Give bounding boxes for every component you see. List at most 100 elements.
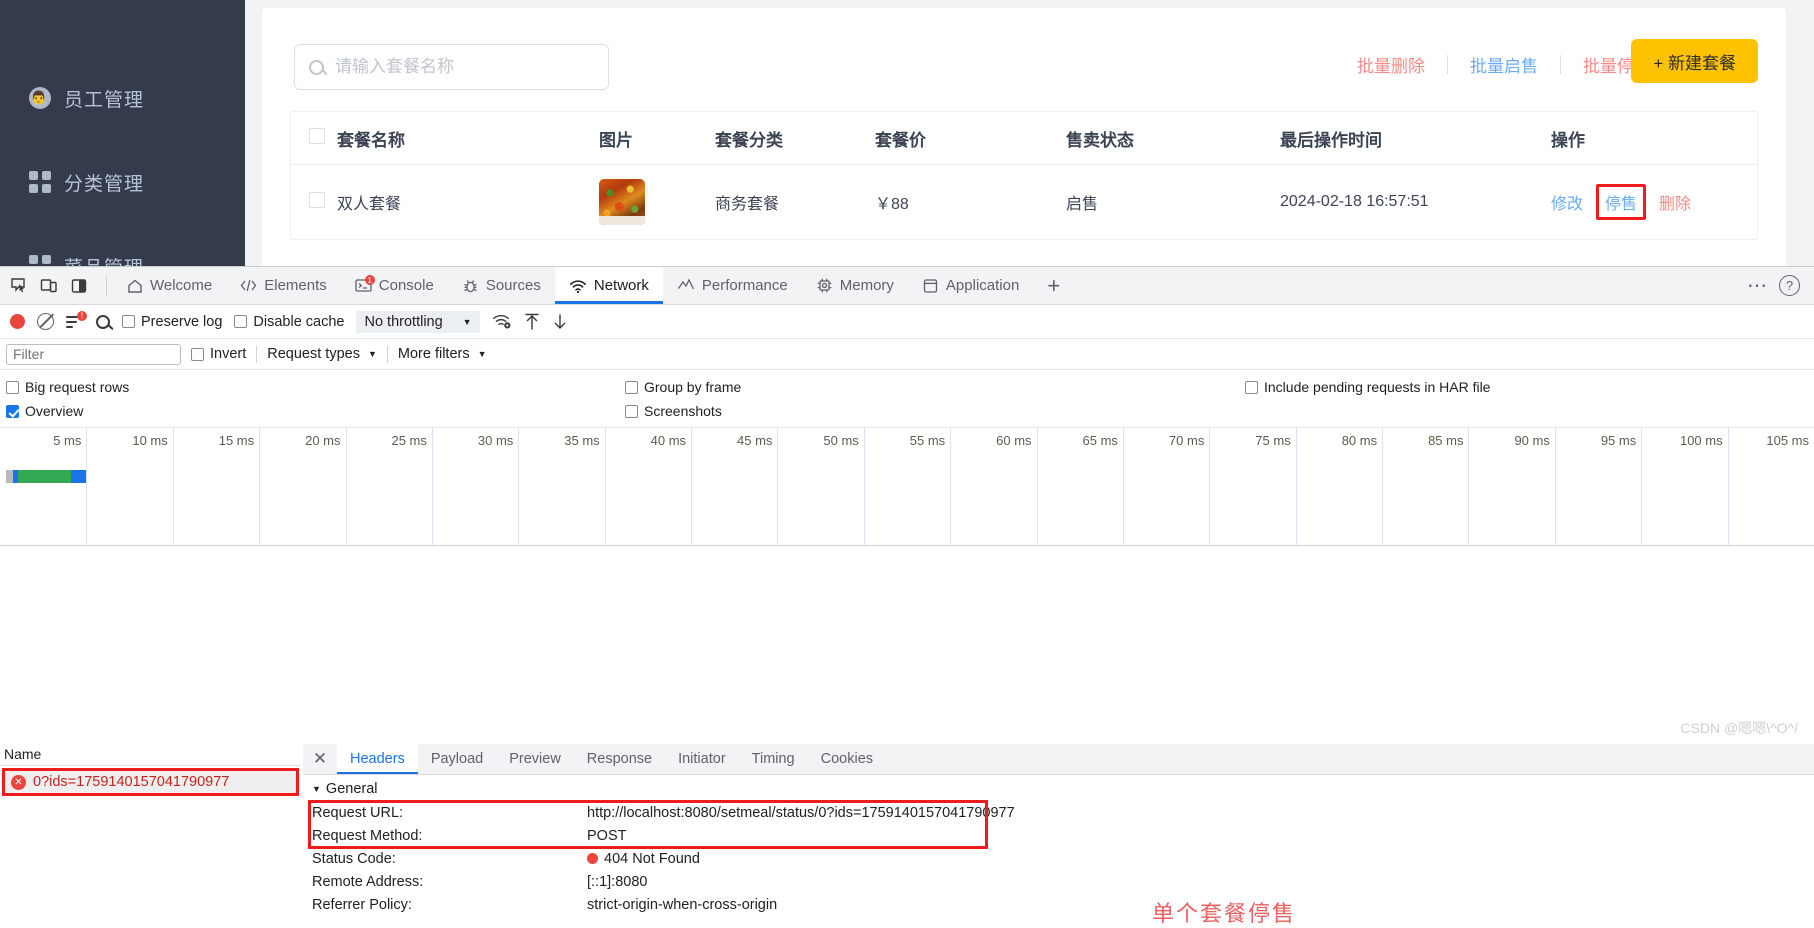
request-row[interactable]: ✕ 0?ids=1759140157041790977: [2, 768, 299, 796]
search-input[interactable]: [333, 56, 594, 78]
more-filters-dropdown[interactable]: More filters ▼: [398, 346, 487, 362]
timeline-gridline: [1382, 428, 1384, 545]
close-icon[interactable]: ✕: [303, 744, 337, 774]
big-request-rows-label: Big request rows: [25, 379, 130, 395]
search-field-wrapper[interactable]: [294, 44, 609, 90]
general-value: POST: [587, 827, 627, 844]
tab-label: Application: [945, 277, 1020, 294]
sidebar-item-label: 菜品管理: [64, 253, 144, 267]
tab-response[interactable]: Response: [574, 744, 665, 774]
add-panel-tab-button[interactable]: +: [1033, 267, 1074, 304]
include-pending-har-checkbox[interactable]: Include pending requests in HAR file: [1245, 379, 1490, 395]
tab-elements[interactable]: Elements: [226, 267, 341, 304]
timeline-gridline: [172, 428, 174, 545]
sidebar-item-category[interactable]: 分类管理: [0, 154, 245, 210]
timeline-tick-label: 40 ms: [650, 433, 687, 448]
tab-network[interactable]: Network: [554, 267, 663, 304]
row-edit-link[interactable]: 修改: [1551, 190, 1583, 214]
row-checkbox[interactable]: [309, 191, 325, 208]
tab-welcome[interactable]: Welcome: [113, 267, 226, 304]
cell-image: [599, 179, 715, 225]
inspect-element-icon[interactable]: [6, 273, 32, 299]
tab-console[interactable]: 1 Console: [341, 267, 448, 304]
timeline-gridline: [950, 428, 952, 545]
general-row-request-url: Request URL: http://localhost:8080/setme…: [312, 801, 1814, 824]
network-filterbar: Invert Request types ▼ More filters ▼: [0, 339, 1814, 370]
screenshots-label: Screenshots: [644, 403, 722, 419]
record-icon[interactable]: [10, 314, 25, 329]
network-conditions-icon[interactable]: [492, 313, 512, 330]
row-checkbox-cell[interactable]: [291, 191, 337, 213]
setmeal-table: 套餐名称 图片 套餐分类 套餐价 售卖状态 最后操作时间 操作 双人套餐 商务套…: [290, 111, 1758, 240]
timeline-tick-label: 35 ms: [564, 433, 600, 448]
general-row-referrer-policy: Referrer Policy: strict-origin-when-cros…: [312, 893, 1814, 916]
big-request-rows-checkbox[interactable]: Big request rows: [6, 379, 129, 395]
timeline-tick-label: 60 ms: [996, 433, 1032, 448]
cell-category: 商务套餐: [715, 196, 780, 213]
tab-memory[interactable]: Memory: [802, 267, 908, 304]
general-key: Request URL:: [312, 804, 404, 821]
search-icon[interactable]: [96, 314, 110, 329]
preserve-log-checkbox[interactable]: Preserve log: [122, 314, 222, 330]
batch-actions-group: 批量删除 批量启售 批量停售: [1335, 52, 1673, 77]
chevron-down-icon: ▼: [367, 349, 377, 359]
employee-icon: 👨: [28, 87, 51, 110]
divider: [106, 275, 107, 296]
group-by-frame-checkbox[interactable]: Group by frame: [625, 379, 741, 395]
help-icon[interactable]: ?: [1779, 275, 1800, 296]
select-all-checkbox[interactable]: [309, 127, 325, 144]
tab-initiator[interactable]: Initiator: [665, 744, 739, 774]
more-options-icon[interactable]: ⋯: [1747, 276, 1769, 296]
request-types-dropdown[interactable]: Request types ▼: [267, 346, 377, 362]
tab-label: Network: [593, 277, 649, 294]
timeline-tick-label: 45 ms: [737, 433, 773, 448]
table-row: 双人套餐 商务套餐 ￥88 启售 2024-02-18 16:57:51 修改 …: [291, 165, 1757, 239]
timeline-gridline: [604, 428, 606, 545]
tab-application[interactable]: Application: [908, 267, 1033, 304]
filter-input[interactable]: [6, 343, 181, 365]
clear-icon[interactable]: [37, 313, 54, 330]
import-har-icon[interactable]: [524, 313, 540, 331]
plus-icon: +: [1047, 272, 1061, 298]
general-section: Request URL: http://localhost:8080/setme…: [303, 800, 1814, 916]
checkbox-box: [625, 380, 638, 394]
general-section-toggle[interactable]: ▼ General: [303, 775, 1814, 801]
row-stop-sale-link[interactable]: 停售: [1605, 190, 1637, 214]
cell-name: 双人套餐: [337, 196, 402, 213]
overview-checkbox[interactable]: Overview: [6, 403, 83, 419]
network-toolbar: ! Preserve log Disable cache No throttli…: [0, 305, 1814, 339]
tab-timing[interactable]: Timing: [739, 744, 808, 774]
screenshots-checkbox[interactable]: Screenshots: [625, 403, 722, 419]
new-setmeal-button[interactable]: + 新建套餐: [1631, 39, 1758, 83]
tab-sources[interactable]: Sources: [448, 267, 555, 304]
tab-cookies[interactable]: Cookies: [808, 744, 886, 774]
tab-preview[interactable]: Preview: [496, 744, 574, 774]
export-har-icon[interactable]: [552, 313, 568, 331]
timeline-tick-label: 70 ms: [1168, 433, 1205, 448]
sidebar-item-employee[interactable]: 👨 员工管理: [0, 70, 245, 126]
console-error-badge: 1: [364, 275, 375, 285]
throttling-select[interactable]: No throttling ▼: [356, 310, 480, 333]
sidebar-item-dish[interactable]: 菜品管理: [0, 238, 245, 266]
row-delete-link[interactable]: 删除: [1659, 190, 1691, 214]
batch-enable-link[interactable]: 批量启售: [1448, 52, 1560, 77]
network-overview-timeline[interactable]: 5 ms 10 ms 15 ms 20 ms 25 ms 30 ms 35 ms 40 ms 4…: [0, 428, 1814, 546]
disable-cache-checkbox[interactable]: Disable cache: [234, 314, 344, 330]
panel-sidebar-icon[interactable]: [66, 273, 92, 299]
invert-checkbox[interactable]: Invert: [191, 346, 246, 362]
filter-icon[interactable]: !: [66, 310, 87, 330]
group-by-frame-label: Group by frame: [644, 379, 742, 395]
tab-payload[interactable]: Payload: [418, 744, 496, 774]
device-toolbar-icon[interactable]: [36, 273, 62, 299]
tab-headers[interactable]: Headers: [337, 744, 418, 774]
select-all-checkbox-cell[interactable]: [291, 127, 337, 149]
checkbox-box: [6, 380, 19, 394]
tab-performance[interactable]: Performance: [663, 267, 802, 304]
throttling-value: No throttling: [364, 313, 443, 330]
setmeal-thumbnail: [599, 179, 645, 225]
batch-delete-link[interactable]: 批量删除: [1335, 52, 1447, 77]
timeline-gridline: [1209, 428, 1211, 545]
timeline-gridline: [863, 428, 865, 545]
checkbox-box: [1245, 380, 1258, 394]
general-value: http://localhost:8080/setmeal/status/0?i…: [587, 804, 1015, 821]
